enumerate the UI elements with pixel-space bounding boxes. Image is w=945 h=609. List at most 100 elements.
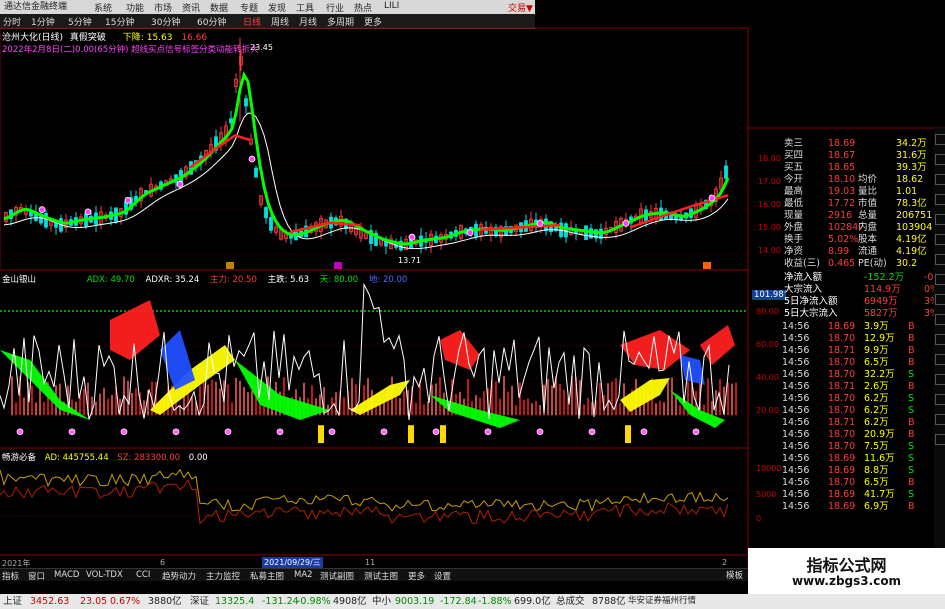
template-tab[interactable]: 模板 (726, 569, 743, 581)
tick-volume: 41.7万 (864, 489, 895, 500)
quote-value2: 4.19亿 (896, 234, 927, 245)
tick-time: 14:56 (782, 357, 810, 368)
cloud-band (160, 330, 195, 390)
indicator-tab-12[interactable]: 设置 (434, 570, 451, 582)
tick-row: 14:56 18.69 8.8万 S (748, 465, 945, 477)
broker-name: 华安证券福州行情 (628, 596, 697, 606)
indicator-tab-7[interactable]: 私募主图 (250, 570, 284, 582)
side-tool-icon[interactable] (935, 214, 945, 225)
flow-row: 5日净流入额 6949万 3% (748, 296, 945, 308)
tick-volume: 6.5万 (864, 477, 889, 488)
quote-value: 0.465 (828, 258, 856, 269)
tick-row: 14:56 18.71 6.2万 B (748, 417, 945, 429)
quote-value: 2916 (828, 210, 853, 221)
panel2-dot (432, 428, 440, 436)
quote-key2: 量比 (858, 186, 878, 197)
panel3-name[interactable]: 畅游必备 (2, 453, 36, 463)
tick-row: 14:56 18.70 32.2万 S (748, 369, 945, 381)
indicator-tab-2[interactable]: MACD (54, 570, 79, 580)
tick-row: 14:56 18.70 6.2万 S (748, 393, 945, 405)
side-tool-icon[interactable] (935, 334, 945, 345)
tick-row: 14:56 18.69 11.6万 S (748, 453, 945, 465)
indicator-tab-11[interactable]: 更多 (408, 570, 425, 582)
flow-value: 6949万 (864, 296, 898, 307)
side-tool-icon[interactable] (935, 314, 945, 325)
quote-value2: 103904 (896, 222, 933, 233)
date-m2: 11 (365, 558, 376, 567)
tick-direction: B (908, 357, 915, 368)
indicator-tab-6[interactable]: 主力监控 (206, 570, 240, 582)
indicator-tab-3[interactable]: VOL-TDX (86, 570, 123, 580)
tick-row: 14:56 18.69 6.9万 B (748, 501, 945, 513)
panel2-dot (640, 428, 648, 436)
tick-volume: 3.9万 (864, 321, 889, 332)
quote-key2: 总量 (858, 210, 878, 221)
signal-marker (408, 233, 416, 241)
flow-row: 大宗流入 114.9万 0% (748, 284, 945, 296)
indicator-tab-4[interactable]: CCI (136, 570, 150, 580)
indicator-tab-1[interactable]: 窗口 (28, 570, 45, 582)
quote-value2: 34.2万 (896, 138, 927, 149)
panel2-dot (224, 428, 232, 436)
tick-price: 18.69 (828, 501, 856, 512)
side-tool-icon[interactable] (935, 434, 945, 445)
side-tool-icon[interactable] (935, 194, 945, 205)
side-tool-icon[interactable] (935, 174, 945, 185)
signal-marker (38, 206, 46, 214)
side-tool-icon[interactable] (935, 274, 945, 285)
tick-time: 14:56 (782, 453, 810, 464)
sh-label[interactable]: 上证 (3, 594, 22, 609)
candle-body (264, 207, 268, 219)
tick-volume: 12.9万 (864, 333, 895, 344)
indicator-tab-9[interactable]: 测试副图 (320, 570, 354, 582)
zx-amount: 699.0亿 (514, 596, 551, 607)
tick-row: 14:56 18.70 6.5万 B (748, 357, 945, 369)
low-price-mark: 13.71 (398, 256, 421, 265)
quote-value: 18.69 (828, 138, 856, 149)
tick-volume: 6.2万 (864, 393, 889, 404)
signal-marker (622, 219, 630, 227)
tick-volume: 32.2万 (864, 369, 895, 380)
side-tool-icon[interactable] (935, 234, 945, 245)
tick-time: 14:56 (782, 345, 810, 356)
cloud-band (680, 355, 705, 385)
indicator-tab-5[interactable]: 趋势动力 (162, 570, 196, 582)
side-tool-icon[interactable] (935, 254, 945, 265)
cloud-band (440, 330, 480, 370)
quote-row: 净资 8.99 流通 4.19亿 (748, 246, 945, 258)
zx-change: -172.84 (440, 596, 477, 607)
panel2-dot (380, 428, 388, 436)
side-tool-icon[interactable] (935, 294, 945, 305)
tick-time: 14:56 (782, 405, 810, 416)
quote-key2: 市值 (858, 198, 878, 209)
zx-pct: -1.88% (478, 596, 512, 607)
side-tool-icon[interactable] (935, 354, 945, 365)
high-price-mark: 23.45 (250, 43, 273, 52)
side-tool-icon[interactable] (935, 374, 945, 385)
panel2-name[interactable]: 金山银山 (2, 275, 36, 285)
panel2-dot (16, 428, 24, 436)
candle-body (584, 225, 588, 240)
candle-body (564, 223, 568, 238)
signal-marker (84, 208, 92, 216)
tick-direction: S (908, 489, 915, 500)
sh-amount: 3880亿 (148, 596, 182, 607)
indicator-tab-8[interactable]: MA2 (294, 570, 313, 580)
side-tool-icon[interactable] (935, 414, 945, 425)
side-tool-icon[interactable] (935, 394, 945, 405)
side-toolbar[interactable] (934, 128, 945, 548)
flow-row: 净流入额-152.2万-0% (748, 272, 945, 284)
sz-change: -131.24 (262, 596, 299, 607)
indicator-tab-0[interactable]: 指标 (2, 570, 19, 582)
side-tool-icon[interactable] (935, 134, 945, 145)
sz-label[interactable]: 深证 (190, 594, 209, 609)
indicator-tab-10[interactable]: 测试主图 (364, 570, 398, 582)
zx-label[interactable]: 中小 (372, 594, 391, 609)
adxr-label: ADXR: 35.24 (145, 275, 200, 285)
tick-price: 18.69 (828, 321, 856, 332)
quote-value2: 1.01 (896, 186, 918, 197)
quote-row: 卖三 18.69 34.2万 (748, 138, 945, 150)
side-tool-icon[interactable] (935, 154, 945, 165)
main-label: 主力: 20.50 (209, 275, 257, 285)
tick-price: 18.70 (828, 441, 856, 452)
